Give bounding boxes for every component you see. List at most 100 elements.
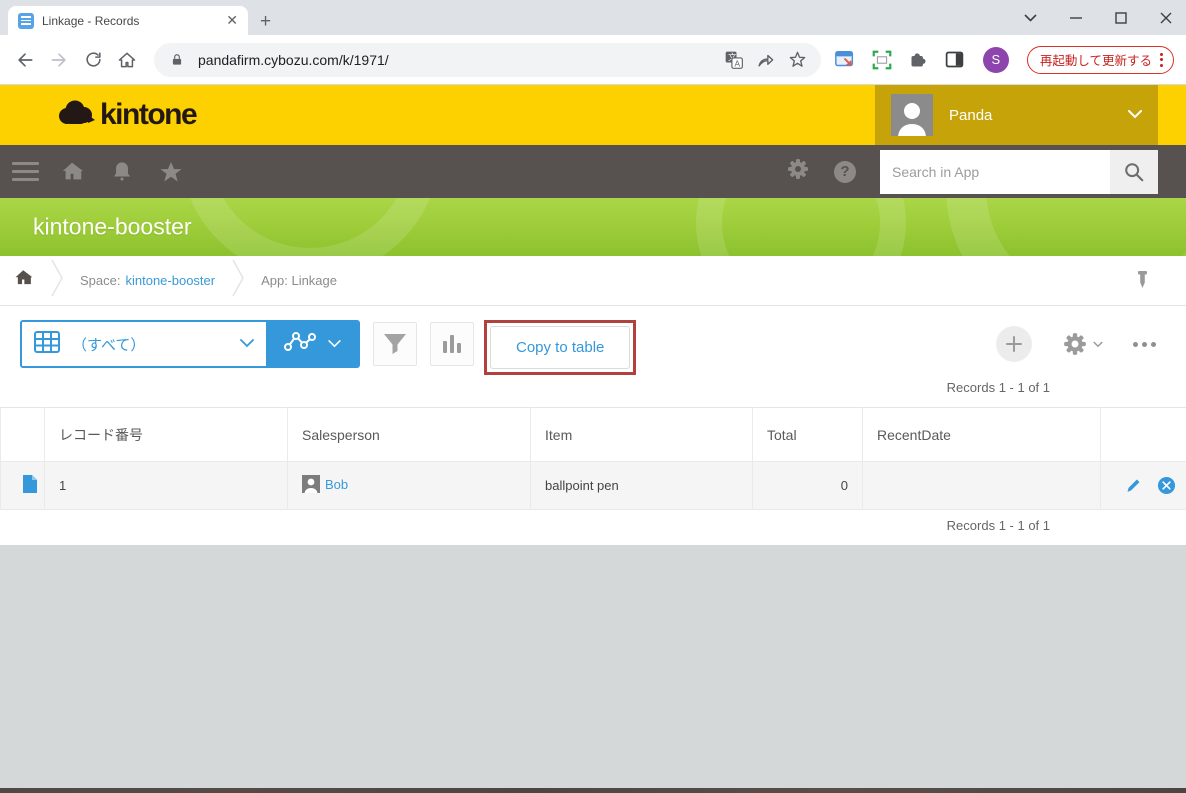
global-navbar: ? [0, 145, 1186, 198]
column-header-total[interactable]: Total [753, 408, 863, 462]
breadcrumb-home-icon[interactable] [14, 268, 34, 293]
more-options-button[interactable] [1133, 342, 1156, 347]
banner-decoration [946, 198, 1186, 256]
forward-button[interactable] [46, 47, 72, 73]
column-header-salesperson[interactable]: Salesperson [288, 408, 531, 462]
records-count-bottom: Records 1 - 1 of 1 [0, 510, 1186, 545]
bookmark-star-icon[interactable] [787, 49, 809, 71]
view-selector-chevron-icon [240, 335, 254, 353]
kintone-cloud-icon [57, 99, 95, 132]
user-icon [302, 475, 320, 493]
window-close-button[interactable] [1160, 12, 1172, 24]
kintone-logo-text: kintone [100, 98, 196, 132]
cell-recentdate [863, 462, 1101, 510]
user-menu[interactable]: Panda [875, 85, 1158, 145]
table-view-icon [34, 331, 60, 358]
header-icon-col [1, 408, 45, 462]
breadcrumb-separator-icon [50, 258, 64, 303]
browser-toolbar: pandafirm.cybozu.com/k/1971/ 文A S 再起動して更… [0, 35, 1186, 85]
breadcrumb-app-item: App: Linkage [261, 273, 337, 288]
menu-hamburger-icon[interactable] [12, 162, 39, 181]
view-toolbar: （すべて） Copy to table [0, 306, 1186, 372]
linkage-graph-icon [284, 331, 316, 358]
extension-capture-icon[interactable] [869, 47, 894, 73]
kintone-logo[interactable]: kintone [57, 98, 196, 132]
records-table: レコード番号 Salesperson Item Total RecentDate… [0, 407, 1186, 510]
search-button[interactable] [1110, 150, 1158, 194]
back-button[interactable] [12, 47, 38, 73]
extension-panel-icon[interactable] [833, 47, 858, 73]
browser-tab[interactable]: Linkage - Records ✕ [8, 6, 248, 35]
settings-gear-icon[interactable] [786, 157, 810, 186]
column-header-item[interactable]: Item [531, 408, 753, 462]
lock-icon[interactable] [166, 49, 188, 71]
app-search-box [880, 150, 1158, 194]
salesperson-link[interactable]: Bob [325, 477, 348, 492]
filter-button[interactable] [373, 322, 417, 366]
window-maximize-button[interactable] [1115, 12, 1127, 24]
taskbar-edge [0, 788, 1186, 793]
breadcrumb-space-link[interactable]: kintone-booster [125, 273, 215, 288]
new-tab-button[interactable]: + [260, 12, 271, 31]
delete-record-icon[interactable] [1157, 476, 1176, 495]
view-selector-label: （すべて） [72, 334, 228, 355]
cell-record-number: 1 [45, 462, 288, 510]
row-actions [1101, 462, 1186, 510]
notifications-bell-icon[interactable] [110, 160, 134, 184]
favorites-star-icon[interactable] [159, 160, 183, 184]
space-banner: kintone-booster [0, 198, 1186, 256]
portal-home-icon[interactable] [61, 160, 85, 184]
space-title: kintone-booster [33, 214, 192, 241]
share-icon[interactable] [755, 49, 777, 71]
edit-record-icon[interactable] [1125, 477, 1142, 494]
address-bar[interactable]: pandafirm.cybozu.com/k/1971/ 文A [154, 43, 821, 77]
reload-button[interactable] [80, 47, 106, 73]
records-count-top: Records 1 - 1 of 1 [0, 372, 1186, 407]
header-actions-col [1101, 408, 1186, 462]
window-minimize-button[interactable] [1070, 12, 1082, 24]
view-selector-dropdown[interactable]: （すべて） [22, 322, 266, 366]
restart-update-button[interactable]: 再起動して更新する [1027, 46, 1174, 74]
add-record-button[interactable] [996, 326, 1032, 362]
linkage-view-button[interactable] [266, 322, 358, 366]
chart-button[interactable] [430, 322, 474, 366]
tab-search-icon[interactable] [1024, 14, 1037, 22]
url-text[interactable]: pandafirm.cybozu.com/k/1971/ [198, 52, 713, 68]
tab-title: Linkage - Records [42, 14, 216, 28]
tab-close-icon[interactable]: ✕ [224, 12, 240, 29]
app-favicon-icon [18, 13, 34, 29]
column-header-record-number[interactable]: レコード番号 [45, 408, 288, 462]
table-row: 1 Bob ballpoint pen 0 [1, 462, 1186, 510]
user-name: Panda [949, 107, 1112, 124]
search-input[interactable] [880, 150, 1110, 194]
column-header-recentdate[interactable]: RecentDate [863, 408, 1101, 462]
linkage-view-chevron-icon [328, 335, 341, 353]
pin-icon[interactable] [1135, 270, 1150, 297]
table-header-row: レコード番号 Salesperson Item Total RecentDate [1, 408, 1186, 462]
banner-decoration [696, 198, 906, 256]
user-menu-chevron-icon [1128, 106, 1142, 124]
kintone-header: kintone Panda [0, 85, 1186, 145]
cell-total: 0 [753, 462, 863, 510]
copy-to-table-button[interactable]: Copy to table [490, 326, 630, 369]
help-icon[interactable]: ? [834, 161, 856, 183]
app-settings-gear-icon [1062, 331, 1088, 357]
browser-titlebar: Linkage - Records ✕ + [0, 0, 1186, 35]
cell-salesperson: Bob [288, 462, 531, 510]
browser-menu-icon[interactable] [1158, 53, 1165, 67]
breadcrumb: Space: kintone-booster App: Linkage [0, 256, 1186, 306]
svg-text:A: A [734, 58, 740, 68]
annotation-highlight-box: Copy to table [484, 320, 636, 375]
extensions-puzzle-icon[interactable] [906, 47, 931, 73]
side-panel-icon[interactable] [942, 47, 967, 73]
content-background [0, 545, 1186, 788]
home-button[interactable] [114, 47, 140, 73]
translate-icon[interactable]: 文A [723, 49, 745, 71]
app-settings-chevron-icon [1093, 341, 1103, 348]
user-avatar-icon [891, 94, 933, 136]
record-detail-icon[interactable] [1, 462, 45, 510]
browser-profile-avatar[interactable]: S [983, 47, 1009, 73]
app-settings-button[interactable] [1062, 331, 1103, 357]
breadcrumb-separator-icon [231, 258, 245, 303]
banner-decoration [180, 198, 440, 256]
